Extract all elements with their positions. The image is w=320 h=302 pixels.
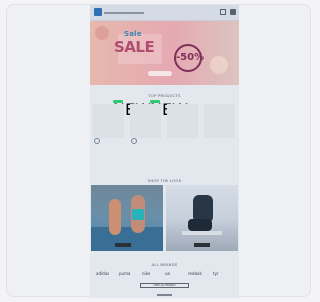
- product-image[interactable]: [167, 104, 198, 138]
- products-section-title: TOP PRODUCTS: [148, 93, 181, 98]
- hero-kicker: Sale: [124, 30, 142, 38]
- hero-cta[interactable]: [148, 71, 172, 76]
- swimsuit: [132, 209, 144, 220]
- brand-logo[interactable]: ua: [165, 271, 170, 276]
- brand-logo[interactable]: adidas: [96, 271, 109, 276]
- menu-icon[interactable]: [230, 9, 236, 15]
- model-figure: [109, 199, 121, 235]
- product-image[interactable]: [204, 104, 235, 138]
- color-swatch[interactable]: [131, 138, 137, 144]
- photo-label: [194, 243, 210, 247]
- footer-indicator: [157, 294, 172, 296]
- product-card[interactable]: [204, 100, 235, 167]
- hero-banner[interactable]: Sale SALE -50%: [90, 21, 239, 85]
- brand-logo-row: adidas puma nike ua reebok tyr: [96, 271, 233, 279]
- lifestyle-photo[interactable]: [91, 185, 163, 251]
- brand-logo[interactable]: tyr: [213, 271, 219, 276]
- color-swatch[interactable]: [94, 138, 100, 144]
- lifestyle-photo[interactable]: [166, 185, 238, 251]
- product-tag: NEW: [113, 100, 151, 119]
- product-image[interactable]: [130, 104, 161, 138]
- product-tag: NEW: [150, 100, 188, 119]
- product-card[interactable]: [167, 100, 198, 167]
- hero-decoration: [210, 56, 228, 74]
- hero-decoration: [95, 26, 109, 40]
- hero-title: SALE: [114, 38, 155, 56]
- view-all-brands-button[interactable]: VIEW ALL BRANDS: [140, 283, 189, 288]
- pool-background: [91, 227, 163, 251]
- nav-text: [104, 12, 144, 14]
- photo-label: [115, 243, 131, 247]
- product-card[interactable]: NEW: [93, 100, 151, 167]
- discount-badge: -50%: [174, 44, 204, 72]
- product-carousel: NEW NEW: [93, 100, 236, 167]
- brand-logo[interactable]: puma: [119, 271, 130, 276]
- app-logo[interactable]: [94, 8, 102, 16]
- product-card[interactable]: NEW: [130, 100, 188, 167]
- brand-logo[interactable]: reebok: [188, 271, 202, 276]
- bench-shape: [182, 231, 222, 235]
- bag-icon[interactable]: [220, 9, 226, 15]
- brands-section-title: ALL BRANDS: [151, 262, 178, 267]
- top-navigation-bar: [90, 5, 239, 21]
- lifestyle-grid: [91, 185, 238, 251]
- brand-logo[interactable]: nike: [142, 271, 150, 276]
- mobile-app-screen: Sale SALE -50% TOP PRODUCTS NEW NEW: [90, 5, 239, 298]
- product-image[interactable]: [93, 104, 124, 138]
- lifestyle-section-title: SHOP THE LOOK: [147, 178, 182, 183]
- model-figure-legs: [188, 219, 212, 231]
